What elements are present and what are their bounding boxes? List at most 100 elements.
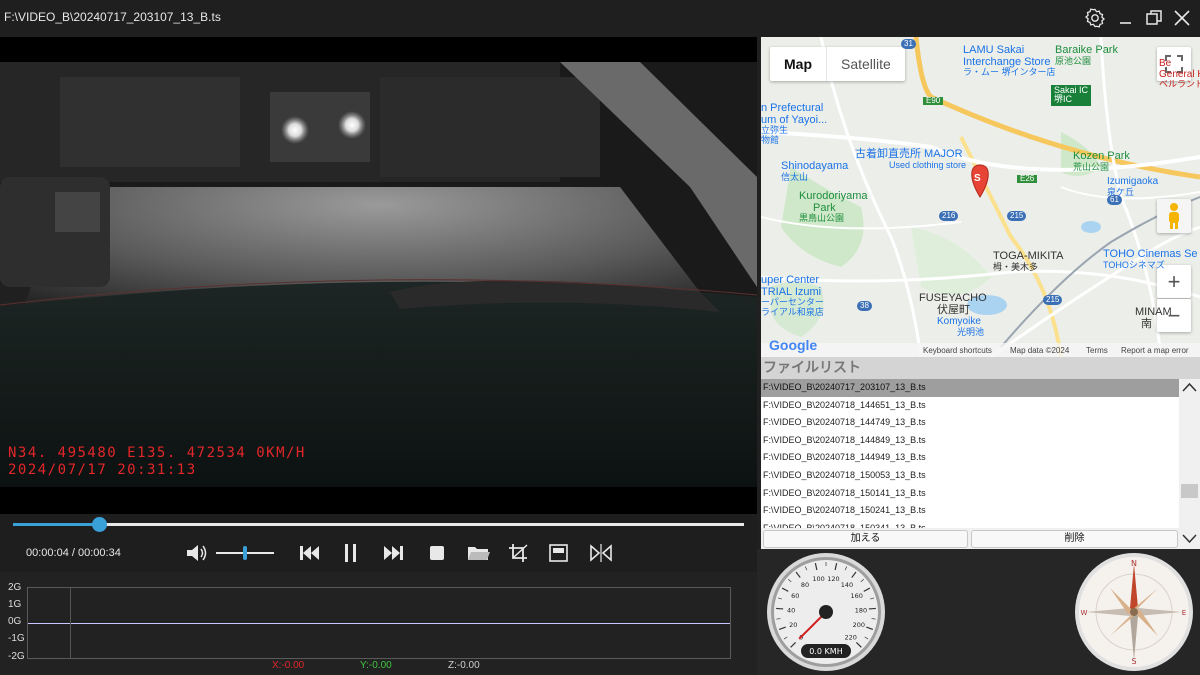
speed-readout: 0.0 KMH [809,647,842,656]
gauges-panel: 020406080100120140160180200220 0.0 KMH N… [757,549,1200,675]
add-file-button[interactable]: 加える [763,530,968,548]
file-list-item[interactable]: F:\VIDEO_B\20240718_144749_13_B.ts [761,414,1179,432]
road-sign-215-south: 215 [1043,295,1063,306]
map-label-baraike: Baraike Park 原池公園 [1055,44,1118,66]
file-list[interactable]: F:\VIDEO_B\20240717_203107_13_B.ts F:\VID… [761,379,1179,528]
g-label-minus1g: -1G [8,633,25,644]
map-view[interactable]: Map Satellite + − S LAMU Sakai Interchang… [761,37,1200,357]
google-logo: Google [769,337,818,353]
timecode: 00:00:04 / 00:00:34 [26,547,121,559]
speedometer-tick-label: 120 [827,575,839,583]
map-footer: Google Keyboard shortcuts Map data ©2024… [761,337,1200,357]
map-label-kurodoriyama: Kurodoriyama Park 黒鳥山公園 [799,190,868,224]
fullscreen-frame-icon[interactable] [546,542,572,564]
crop-snapshot-icon[interactable] [506,542,532,564]
g-sensor-graph: 2G 1G 0G -1G -2G X:-0.00 Y:-0.00 Z:-0.00 [0,572,757,675]
mirror-flip-icon[interactable] [588,542,614,564]
g-label-2g: 2G [8,582,22,593]
map-label-shinodayama: Shinodayama 信太山 [781,160,849,182]
previous-track-icon[interactable] [297,542,323,564]
street-view-pegman-icon[interactable] [1157,199,1191,233]
map-marker-label: S [974,173,981,184]
file-list-item[interactable]: F:\VIDEO_B\20240718_144949_13_B.ts [761,449,1179,467]
close-icon[interactable] [1170,6,1194,30]
speedometer-tick-label: 140 [841,581,853,589]
road-sign-216: 216 [939,211,959,222]
g-z-value: Z:-0.00 [448,660,480,671]
speedometer-tick-label: 160 [851,592,863,600]
terms-link[interactable]: Terms [1086,346,1108,355]
compass-south: S [1131,657,1136,666]
compass: N S E W [1075,553,1193,671]
g-label-minus2g: -2G [8,651,25,662]
g-x-value: X:-0.00 [272,660,305,671]
restore-window-icon[interactable] [1142,6,1166,30]
speedometer-tick-label: 220 [845,634,857,642]
file-list-item[interactable]: F:\VIDEO_B\20240718_144651_13_B.ts [761,397,1179,415]
map-label-toga: TOGA-MIKITA 栂・美木多 [993,250,1064,272]
map-label-kozen: Kozen Park 荒山公園 [1073,150,1130,172]
tab-map[interactable]: Map [770,47,826,81]
file-list-item[interactable]: F:\VIDEO_B\20240718_150053_13_B.ts [761,467,1179,485]
zero-g-line [28,623,730,624]
speedometer: 020406080100120140160180200220 0.0 KMH [767,553,885,671]
road-sign-215-north: 215 [1007,211,1027,222]
map-label-trial: uper Center TRIAL Izumi ーパーセンター ライアル和泉店 [761,274,824,317]
map-label-bell: BeGeneral Hoベルランド総 [1159,58,1200,89]
playhead-line [70,588,71,658]
g-label-1g: 1G [8,599,22,610]
file-list-item[interactable]: F:\VIDEO_B\20240717_203107_13_B.ts [761,379,1179,397]
compass-north: N [1131,559,1137,568]
keyboard-shortcuts-link[interactable]: Keyboard shortcuts [923,346,992,355]
pause-icon[interactable] [338,542,364,564]
seek-bar-fill [13,523,100,526]
speedometer-tick-label: 60 [791,592,799,600]
scroll-down-chevron-icon[interactable] [1179,529,1200,547]
file-list-item[interactable]: F:\VIDEO_B\20240718_150241_13_B.ts [761,502,1179,520]
title-bar: F:\VIDEO_B\20240717_203107_13_B.ts [0,0,1200,37]
speedometer-tick-label: 200 [853,621,865,629]
video-frame[interactable]: N34. 495480 E135. 472534 0KM/H 2024/07/1… [0,37,757,514]
map-data-text: Map data ©2024 [1010,346,1070,355]
dashcam-viewer-app: F:\VIDEO_B\20240717_203107_13_B.ts N34. … [0,0,1200,675]
datetime-overlay-text: 2024/07/17 20:31:13 [8,462,197,478]
seek-handle[interactable] [92,517,108,532]
volume-icon[interactable] [184,542,210,564]
speedometer-tick-label: 100 [812,575,824,583]
video-scene [0,37,757,514]
road-sign-31: 31 [901,39,916,50]
compass-east: E [1182,609,1186,617]
road-sign-38: 38 [857,301,872,312]
map-label-museum: n Prefectural um of Yayoi... 立弥生 物館 [761,102,828,145]
map-label-sakai-ic: Sakai IC 堺IC [1051,85,1092,106]
minimize-icon[interactable] [1114,6,1138,30]
road-sign-61: 61 [1107,195,1122,206]
open-folder-icon[interactable] [466,542,492,564]
file-list-title: ファイルリスト [761,357,1200,379]
volume-handle[interactable] [243,546,247,560]
report-map-error-link[interactable]: Report a map error [1121,346,1189,355]
g-sensor-plot-area [27,587,731,659]
map-label-toho: TOHO Cinemas Se TOHOシネマズ [1103,248,1198,270]
speedometer-tick-label: 80 [801,581,809,589]
g-y-value: Y:-0.00 [360,660,392,671]
speedometer-tick-label: 40 [787,607,795,615]
map-label-minami: MINAM 南 [1135,306,1172,330]
tab-satellite[interactable]: Satellite [826,47,905,81]
file-list-item[interactable]: F:\VIDEO_B\20240718_150141_13_B.ts [761,485,1179,503]
scroll-up-chevron-icon[interactable] [1179,379,1200,397]
map-label-major: 古着卸直売所 MAJOR Used clothing store [855,148,967,170]
seek-bar[interactable] [13,523,744,526]
file-list-item[interactable]: F:\VIDEO_B\20240718_150341_13_B.ts [761,520,1179,528]
map-label-komyoike: Komyoike 光明池 [937,316,985,337]
settings-gear-icon[interactable] [1083,6,1107,30]
gps-overlay-text: N34. 495480 E135. 472534 0KM/H [8,445,306,461]
delete-file-button[interactable]: 削除 [971,530,1178,548]
next-track-icon[interactable] [380,542,406,564]
road-sign-e26: E26 [1017,174,1038,184]
player-controls: 00:00:04 / 00:00:34 [0,514,757,572]
scrollbar-thumb[interactable] [1181,484,1198,498]
stop-icon[interactable] [424,542,450,564]
file-list-scrollbar[interactable] [1179,379,1200,549]
file-list-item[interactable]: F:\VIDEO_B\20240718_144849_13_B.ts [761,432,1179,450]
